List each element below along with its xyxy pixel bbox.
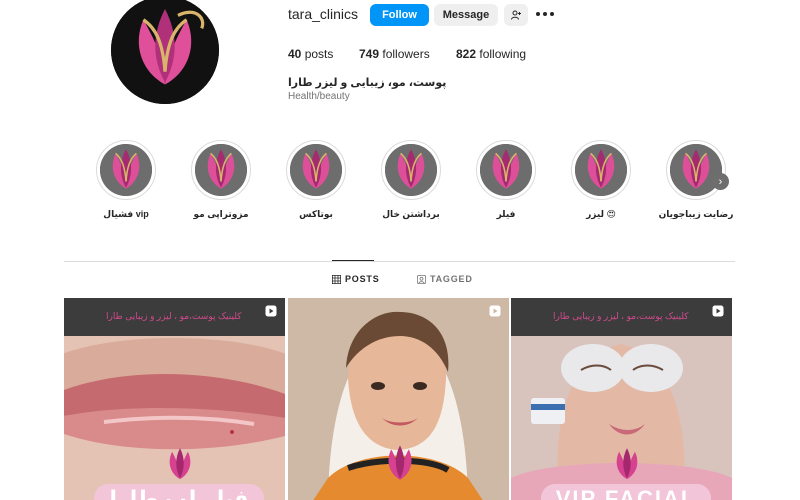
highlight-cover (670, 144, 722, 196)
post-banner-text: کلینیک پوست،مو ، لیزر و زیبایی طارا (106, 311, 242, 321)
story-highlight[interactable]: برداشتن خال (379, 140, 443, 220)
reel-icon (712, 305, 724, 317)
highlight-label: برداشتن خال (382, 209, 440, 219)
highlight-cover (100, 144, 152, 196)
tara-logo-icon (388, 445, 412, 480)
add-user-icon (511, 10, 521, 20)
tara-logo-icon (195, 144, 247, 196)
story-highlight[interactable]: فشیال vip (94, 140, 158, 220)
tabs-divider (64, 261, 735, 262)
highlight-ring (476, 140, 536, 200)
story-highlight[interactable]: فیلر (474, 140, 538, 220)
story-highlight[interactable]: مزوتراپی مو (189, 140, 253, 220)
tara-logo-icon (169, 448, 191, 480)
story-highlight[interactable]: بوتاکس (284, 140, 348, 220)
post-banner-text: کلینیک پوست،مو ، لیزر و زیبایی طارا (553, 311, 689, 321)
post-caption: فیلر لب طارا (94, 484, 264, 500)
highlight-cover (290, 144, 342, 196)
tab-posts[interactable]: POSTS (332, 274, 380, 284)
highlight-cover (480, 144, 532, 196)
more-dots-icon (536, 12, 540, 16)
profile-category: Health/beauty (288, 91, 350, 102)
post-thumbnail[interactable] (288, 298, 509, 500)
highlight-cover (195, 144, 247, 196)
reel-icon (489, 305, 501, 317)
posts-count: 40 posts (288, 47, 334, 61)
tara-logo-icon (290, 144, 342, 196)
following-count[interactable]: 822 following (456, 47, 526, 61)
message-button[interactable]: Message (434, 4, 498, 26)
tara-logo-icon (480, 144, 532, 196)
suggest-users-button[interactable] (504, 4, 528, 26)
highlight-label: رضایت زیباجویان (658, 209, 734, 219)
tara-logo-icon (575, 144, 627, 196)
tara-logo-icon (670, 144, 722, 196)
highlight-label: فشیال vip (103, 209, 149, 219)
highlight-ring (571, 140, 631, 200)
active-tab-indicator (332, 260, 374, 261)
post-caption: VIP FACIAL (541, 484, 711, 500)
highlight-ring (191, 140, 251, 200)
highlight-ring (96, 140, 156, 200)
highlight-cover (575, 144, 627, 196)
more-options-button[interactable] (536, 6, 554, 22)
profile-username: tara_clinics (288, 6, 359, 22)
post-thumbnail[interactable]: کلینیک پوست،مو ، لیزر و زیبایی طارا VIP … (511, 298, 732, 500)
grid-icon (332, 274, 341, 284)
followers-count[interactable]: 749 followers (359, 47, 430, 61)
highlight-ring (666, 140, 726, 200)
highlight-ring (286, 140, 346, 200)
follow-button[interactable]: Follow (370, 4, 429, 26)
highlight-label: بوتاکس (299, 209, 333, 219)
tab-tagged[interactable]: TAGGED (417, 274, 473, 284)
tara-logo-icon (111, 0, 219, 104)
reel-icon (265, 305, 277, 317)
tara-logo-icon (616, 448, 638, 480)
highlight-cover (385, 144, 437, 196)
profile-avatar[interactable] (111, 0, 219, 104)
highlight-ring (381, 140, 441, 200)
tara-logo-icon (100, 144, 152, 196)
highlight-label: فیلر (496, 209, 516, 219)
tara-logo-icon (385, 144, 437, 196)
chevron-right-icon[interactable]: › (712, 173, 729, 190)
story-highlight[interactable]: لیزر 😍 (569, 140, 633, 220)
highlight-label: مزوتراپی مو (193, 209, 249, 219)
profile-bio: پوست، مو، زیبایی و لیزر طارا (288, 77, 447, 89)
highlight-label: لیزر 😍 (586, 209, 616, 219)
tagged-icon (417, 274, 426, 284)
post-thumbnail[interactable]: کلینیک پوست،مو ، لیزر و زیبایی طارا فیلر… (64, 298, 285, 500)
